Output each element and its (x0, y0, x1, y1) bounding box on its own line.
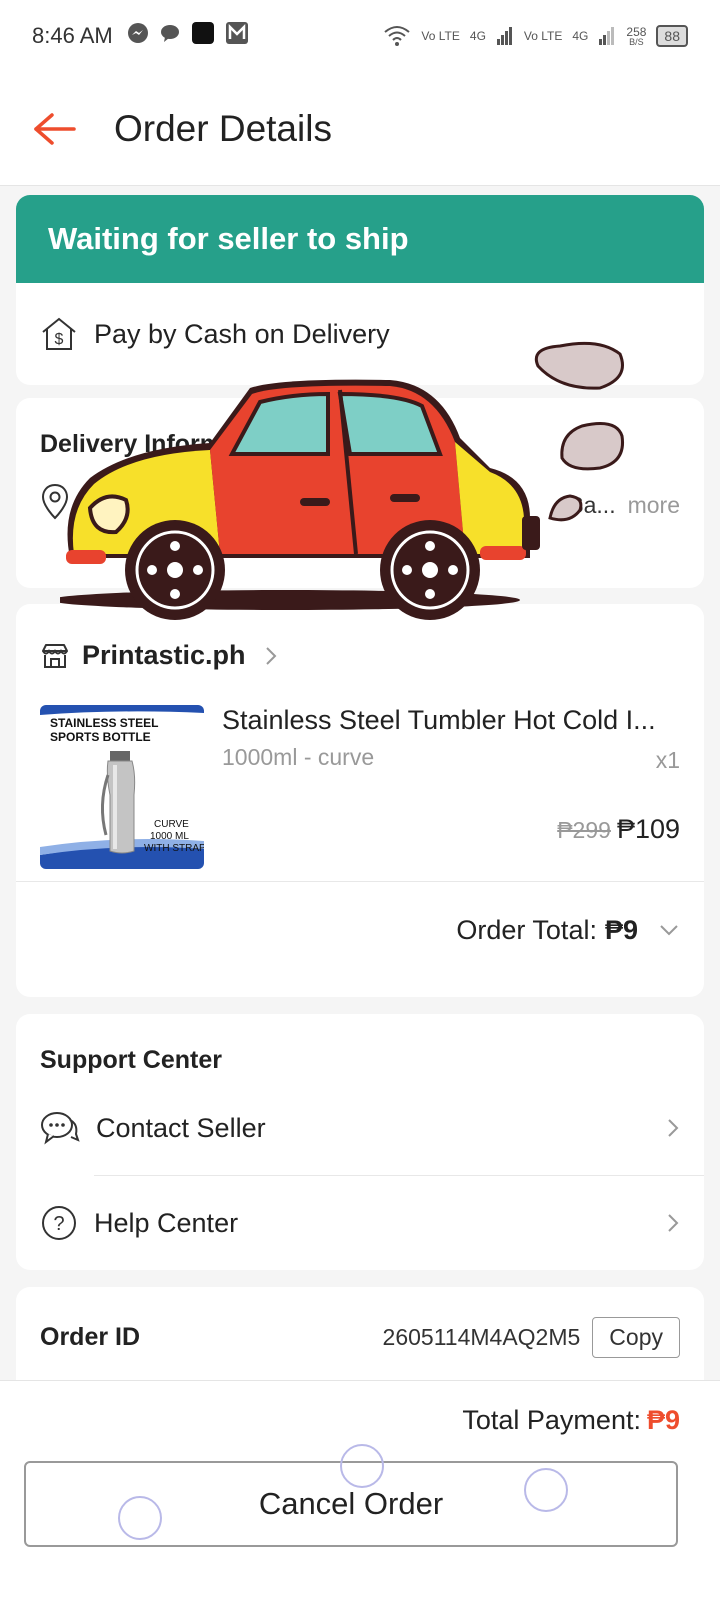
svg-text:CURVE: CURVE (154, 819, 189, 830)
order-total-amount: ₱9 (604, 914, 638, 945)
support-center-card: Support Center Contact Seller ? Help Cen… (16, 1014, 704, 1270)
messenger-icon (127, 22, 149, 50)
shop-icon (40, 642, 70, 670)
sim2-label: Vo LTE (523, 29, 563, 43)
product-quantity: x1 (655, 747, 680, 773)
back-arrow-icon (34, 112, 76, 145)
page-title: Order Details (114, 107, 332, 149)
sim1-network: 4G (469, 29, 486, 43)
order-total-row[interactable]: Order Total: ₱9 (16, 882, 704, 978)
shop-name: Printastic.ph (82, 640, 246, 670)
status-time: 8:46 AM (32, 23, 113, 48)
original-price: ₱299 (557, 817, 611, 843)
signal-icon-2 (598, 25, 616, 48)
touch-indicator (524, 1468, 568, 1512)
product-price: ₱109 (616, 814, 680, 844)
order-id-label: Order ID (40, 1322, 141, 1351)
sim1-label: Vo LTE (421, 29, 460, 43)
help-question-icon: ? (40, 1204, 78, 1242)
battery-indicator: 88 (656, 25, 688, 47)
total-payment-label: Total Payment: (462, 1405, 641, 1435)
svg-text:1000 ML: 1000 ML (150, 831, 189, 842)
product-variation: 1000ml - curve (222, 744, 375, 770)
touch-indicator (118, 1496, 162, 1540)
app-icon (191, 21, 215, 51)
support-title: Support Center (40, 1046, 222, 1074)
svg-text:?: ? (53, 1213, 64, 1235)
status-banner: Waiting for seller to ship (16, 195, 704, 283)
status-bar: 8:46 AM Vo LTE 4G Vo LTE 4G 258 B/S 88 (0, 0, 720, 72)
back-button[interactable] (0, 112, 110, 146)
wifi-icon (383, 24, 411, 49)
sim2-network: 4G (572, 29, 589, 43)
signal-icon (496, 25, 514, 48)
help-center-label: Help Center (94, 1207, 239, 1238)
contact-seller-label: Contact Seller (96, 1112, 266, 1143)
touch-indicator (340, 1444, 384, 1488)
product-name: Stainless Steel Tumbler Hot Cold I... (222, 705, 656, 735)
order-total-label: Order Total: (456, 914, 597, 945)
bottom-bar: Total Payment: ₱9 Cancel Order (0, 1380, 720, 1611)
contact-seller-row[interactable]: Contact Seller (16, 1081, 704, 1175)
svg-text:WITH STRAP: WITH STRAP (144, 843, 204, 854)
copy-button[interactable]: Copy (592, 1316, 680, 1358)
chevron-right-icon (666, 1117, 680, 1139)
m-app-icon (225, 21, 249, 51)
chevron-right-icon (264, 645, 278, 667)
product-thumbnail: STAINLESS STEEL SPORTS BOTTLE CURVE 1000… (40, 705, 204, 869)
chevron-down-icon (658, 923, 680, 937)
svg-text:STAINLESS STEEL: STAINLESS STEEL (50, 716, 158, 730)
svg-text:SPORTS BOTTLE: SPORTS BOTTLE (50, 730, 151, 744)
shop-card: Printastic.ph STAINLESS STEEL SPORTS BOT… (16, 604, 704, 997)
car-sticker-icon (60, 341, 625, 620)
chevron-right-icon (666, 1212, 680, 1234)
chat-bubble-icon (40, 1110, 80, 1146)
order-id-value: 2605114M4AQ2M5 (382, 1323, 581, 1350)
total-payment: Total Payment: ₱9 (462, 1405, 680, 1436)
app-header: Order Details (0, 72, 720, 186)
total-payment-amount: ₱9 (646, 1405, 680, 1435)
help-center-row[interactable]: ? Help Center (16, 1176, 704, 1270)
product-item[interactable]: STAINLESS STEEL SPORTS BOTTLE CURVE 1000… (16, 671, 704, 881)
net-speed: 258 B/S (626, 24, 647, 47)
chat-icon (159, 22, 181, 50)
